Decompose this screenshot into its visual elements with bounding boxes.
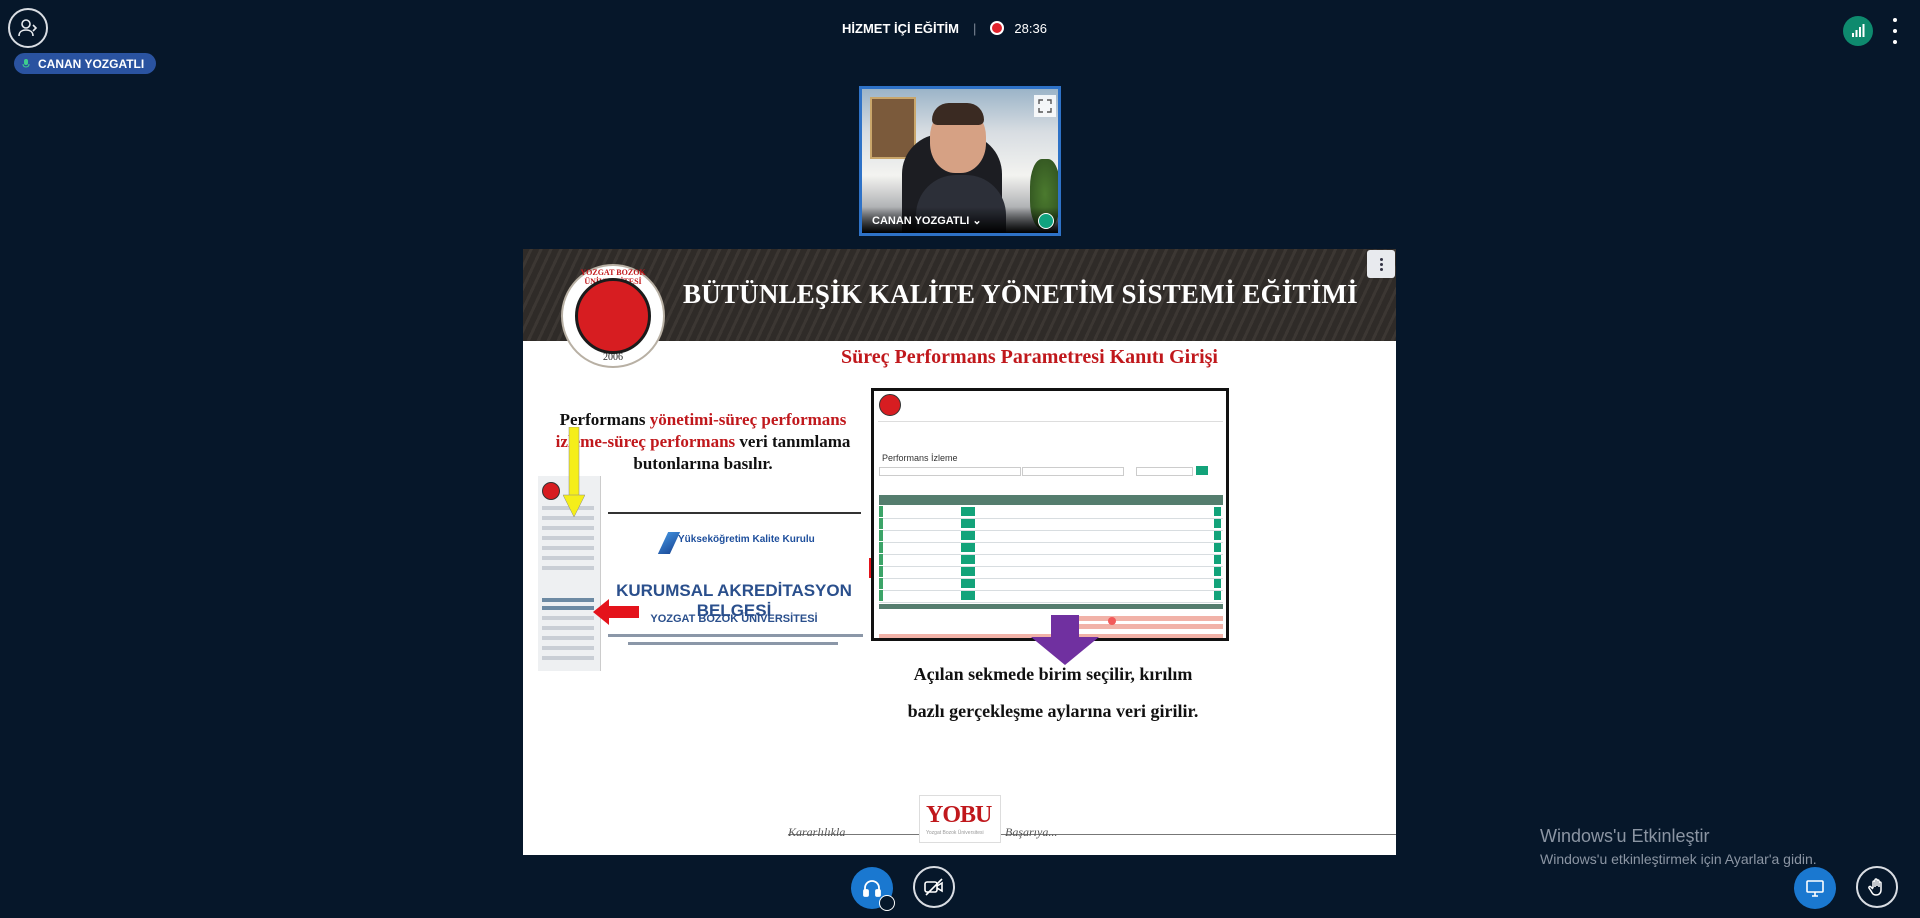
pointer-dot [1108, 617, 1116, 625]
webcam-user-name: CANAN YOZGATLI ⌄ [872, 214, 982, 227]
more-vertical-icon[interactable] [1890, 18, 1900, 44]
activation-watermark-title: Windows'u Etkinleştir [1540, 826, 1710, 846]
users-icon [18, 19, 38, 37]
embedded-table-header [879, 495, 1223, 505]
chevron-up-icon[interactable] [879, 895, 895, 911]
record-icon[interactable] [990, 21, 1005, 35]
embedded-fine-print [608, 634, 863, 637]
footer-motto-right: Başarıya... [1005, 825, 1058, 839]
screen-share-button[interactable] [1794, 867, 1836, 909]
yellow-arrow-down-icon [563, 427, 585, 517]
connection-status-button[interactable] [1843, 16, 1873, 46]
divider [608, 512, 861, 514]
webcam-tile[interactable]: CANAN YOZGATLI ⌄ [859, 86, 1061, 236]
raise-hand-icon [1868, 878, 1882, 896]
result-text: Açılan sekmede birim seçilir, kırılım ba… [907, 664, 1199, 721]
presenter-name: CANAN YOZGATLI [38, 56, 145, 71]
video-off-icon [924, 878, 943, 896]
video-button[interactable] [913, 866, 955, 908]
signal-icon [1852, 24, 1865, 37]
users-toggle-button[interactable] [8, 8, 48, 48]
hair [932, 103, 984, 125]
activation-watermark-subtitle: Windows'u etkinleştirmek için Ayarlar'a … [1540, 851, 1817, 867]
yok-logo [657, 532, 681, 554]
presenter-badge[interactable]: CANAN YOZGATLI [14, 53, 157, 74]
embedded-page-title: Performans İzleme [882, 453, 958, 463]
footer-divider [788, 834, 1396, 835]
embedded-screenshot-left: Yükseköğretim Kalite Kurulu KURUMSAL AKR… [538, 476, 868, 671]
microphone-icon [22, 58, 30, 68]
instruction-text: Performans yönetimi-süreç performans izl… [553, 409, 853, 475]
slide-title: BÜTÜNLEŞİK KALİTE YÖNETİM SİSTEMİ EĞİTİM… [683, 279, 1358, 309]
meeting-info: HİZMET İÇİ EĞİTİM | 28:36 [842, 18, 1047, 38]
slide-options-button[interactable] [1367, 250, 1395, 278]
embedded-fine-print [628, 642, 838, 645]
presentation-slide: YOZGAT BOZOK ÜNİVERSİTESİ 2006 BÜTÜNLEŞİ… [523, 249, 1396, 855]
embedded-screenshot-right: Performans İzleme [871, 388, 1229, 641]
headphones-icon [863, 880, 881, 897]
embedded-university: YOZGAT BOZOK ÜNİVERSİTESİ [650, 613, 818, 625]
talking-indicator-icon [1038, 213, 1054, 229]
meeting-title: HİZMET İÇİ EĞİTİM [842, 20, 959, 36]
yobu-logo-subtext: Yozgat Bozok Üniversitesi [926, 830, 984, 836]
screen-share-icon [1806, 880, 1824, 897]
yobu-logo: YOBU Yozgat Bozok Üniversitesi [919, 795, 1001, 843]
slide-subtitle: Süreç Performans Parametresi Kanıtı Giri… [841, 346, 1218, 368]
recording-timer: 28:36 [1014, 20, 1047, 36]
divider: | [973, 20, 977, 36]
yobu-logo-text: YOBU [926, 802, 992, 828]
logo-seal [575, 278, 651, 354]
webcam-name-bar[interactable]: CANAN YOZGATLI ⌄ [862, 207, 1058, 233]
expand-icon[interactable] [1034, 95, 1056, 117]
footer-motto-left: Kararlılıkla [788, 825, 846, 839]
raise-hand-button[interactable] [1856, 866, 1898, 908]
embedded-brand: Yükseköğretim Kalite Kurulu [678, 534, 815, 545]
audio-button[interactable] [851, 867, 895, 911]
red-arrow-left-icon [593, 599, 639, 625]
